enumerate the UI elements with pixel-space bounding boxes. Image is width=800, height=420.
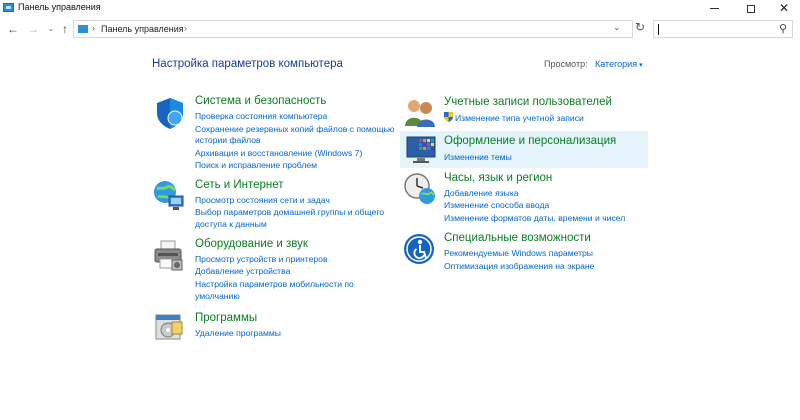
breadcrumb-control-panel[interactable]: Панель управления xyxy=(101,24,184,34)
control-panel-icon xyxy=(3,3,14,12)
link-file-history-backup-cont[interactable]: истории файлов xyxy=(195,134,261,146)
recent-locations-button[interactable]: ⌄ xyxy=(44,21,58,37)
category-user-accounts[interactable]: Учетные записи пользователей xyxy=(444,96,612,108)
link-add-device[interactable]: Добавление устройства xyxy=(195,265,290,277)
link-add-language[interactable]: Добавление языка xyxy=(444,187,519,199)
breadcrumb-chevron-icon[interactable]: › xyxy=(184,23,187,33)
link-homegroup-sharing-cont[interactable]: доступа к данным xyxy=(195,218,267,230)
refresh-icon[interactable]: ↻ xyxy=(635,20,645,34)
link-recommended-windows-settings[interactable]: Рекомендуемые Windows параметры xyxy=(444,247,593,259)
link-check-computer-status[interactable]: Проверка состояния компьютера xyxy=(195,110,327,122)
link-optimize-visual-display[interactable]: Оптимизация изображения на экране xyxy=(444,260,594,272)
link-devices-printers[interactable]: Просмотр устройств и принтеров xyxy=(195,253,328,265)
link-change-input-method[interactable]: Изменение способа ввода xyxy=(444,199,549,211)
forward-button[interactable]: → xyxy=(26,21,40,37)
network-globe-icon[interactable] xyxy=(152,178,186,212)
maximize-icon xyxy=(747,4,755,13)
category-hardware-sound[interactable]: Оборудование и звук xyxy=(195,238,308,250)
users-icon[interactable] xyxy=(403,96,437,130)
chevron-down-icon[interactable]: ▾ xyxy=(639,62,643,69)
up-button[interactable]: ↑ xyxy=(58,21,72,37)
text-caret xyxy=(658,24,659,35)
link-change-account-type-label[interactable]: Изменение типа учетной записи xyxy=(455,113,584,123)
address-dropdown-icon[interactable]: ⌄ xyxy=(613,22,621,33)
title-bar: Панель управления ✕ xyxy=(0,0,800,16)
category-programs[interactable]: Программы xyxy=(195,312,257,324)
close-button[interactable]: ✕ xyxy=(766,0,800,16)
link-change-account-type[interactable]: Изменение типа учетной записи xyxy=(444,112,584,124)
category-system-security[interactable]: Система и безопасность xyxy=(195,95,326,107)
personalization-icon[interactable] xyxy=(405,133,439,167)
printer-icon[interactable] xyxy=(152,238,186,272)
link-troubleshoot[interactable]: Поиск и исправление проблем xyxy=(195,159,317,171)
link-homegroup-sharing[interactable]: Выбор параметров домашней группы и общег… xyxy=(195,206,384,218)
page-title: Настройка параметров компьютера xyxy=(152,58,343,70)
shield-icon[interactable] xyxy=(153,96,187,130)
link-change-formats[interactable]: Изменение форматов даты, времени и чисел xyxy=(444,212,625,224)
category-clock-language-region[interactable]: Часы, язык и регион xyxy=(444,172,552,184)
view-label: Просмотр: xyxy=(544,59,588,69)
search-input[interactable]: ⚲ xyxy=(653,20,793,38)
category-appearance-personalization[interactable]: Оформление и персонализация xyxy=(444,135,616,147)
link-mobility-settings-cont[interactable]: умолчанию xyxy=(195,290,240,302)
view-value[interactable]: Категория xyxy=(595,59,637,69)
link-backup-restore[interactable]: Архивация и восстановление (Windows 7) xyxy=(195,147,362,159)
link-network-status[interactable]: Просмотр состояния сети и задач xyxy=(195,194,330,206)
control-panel-small-icon xyxy=(78,25,88,33)
address-bar[interactable]: › Панель управления › xyxy=(73,20,633,38)
programs-icon[interactable] xyxy=(152,310,186,344)
breadcrumb-separator-icon[interactable]: › xyxy=(92,23,95,33)
clock-globe-icon[interactable] xyxy=(403,172,437,206)
uac-shield-icon xyxy=(444,112,453,122)
minimize-icon xyxy=(709,8,719,10)
maximize-button[interactable] xyxy=(733,0,769,16)
search-icon[interactable]: ⚲ xyxy=(779,22,787,35)
category-ease-of-access[interactable]: Специальные возможности xyxy=(444,232,591,244)
minimize-button[interactable] xyxy=(696,0,732,16)
link-mobility-settings[interactable]: Настройка параметров мобильности по xyxy=(195,278,354,290)
accessibility-icon[interactable] xyxy=(403,233,437,267)
category-network-internet[interactable]: Сеть и Интернет xyxy=(195,179,284,191)
link-uninstall-program[interactable]: Удаление программы xyxy=(195,327,281,339)
link-change-theme[interactable]: Изменение темы xyxy=(444,151,512,163)
window-title: Панель управления xyxy=(18,2,101,12)
back-button[interactable]: ← xyxy=(6,21,20,37)
view-by-dropdown[interactable]: Категория ▾ xyxy=(595,59,643,69)
